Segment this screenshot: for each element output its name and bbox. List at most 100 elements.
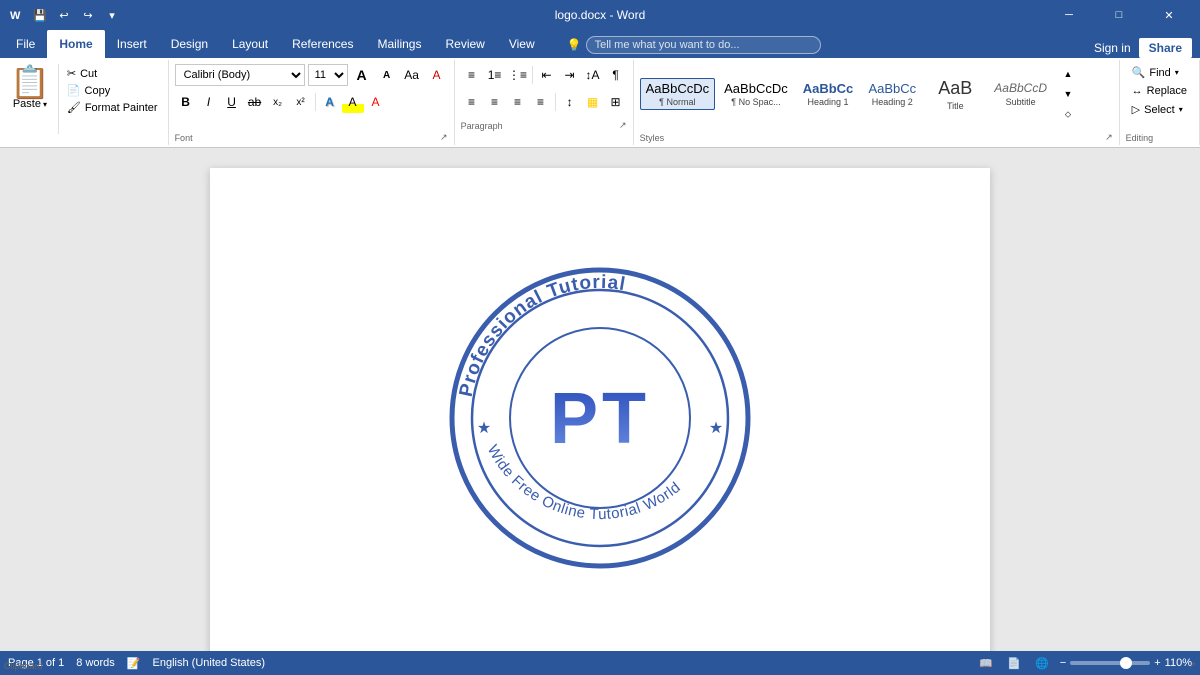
underline-button[interactable]: U	[221, 91, 243, 113]
select-button[interactable]: ▷ Select ▾	[1126, 101, 1193, 118]
highlight-color-button[interactable]: A	[342, 91, 364, 113]
bold-button[interactable]: B	[175, 91, 197, 113]
styles-scroll-down-button[interactable]: ▼	[1057, 84, 1079, 104]
web-layout-button[interactable]: 🌐	[1032, 653, 1052, 673]
align-left-button[interactable]: ≡	[461, 91, 483, 113]
style-no-spacing-label: ¶ No Spac...	[731, 97, 780, 107]
style-heading2-label: Heading 2	[872, 97, 913, 107]
close-button[interactable]: ✕	[1146, 0, 1192, 30]
subscript-button[interactable]: x₂	[267, 91, 289, 113]
style-subtitle[interactable]: AaBbCcD Subtitle	[988, 78, 1053, 110]
ribbon-right: Sign in Share	[1094, 38, 1200, 58]
show-formatting-button[interactable]: ¶	[605, 64, 627, 86]
lightbulb-icon: 💡	[567, 38, 582, 52]
font-family-select[interactable]: Calibri (Body)	[175, 64, 305, 86]
paragraph-group: ≡ 1≡ ⋮≡ ⇤ ⇥ ↕A ¶ ≡ ≡ ≡ ≡ ↕ ▦ ⊞ Paragraph	[455, 60, 634, 145]
formatting-row: B I U ab x₂ x² A A A	[175, 91, 387, 113]
editing-group: 🔍 Find ▾ ↔ Replace ▷ Select ▾ Editing	[1120, 60, 1200, 145]
paragraph-group-footer: Paragraph ↗	[461, 120, 627, 131]
tab-file[interactable]: File	[4, 30, 47, 58]
style-title-preview: AaB	[938, 77, 972, 100]
change-case-button[interactable]: Aa	[401, 64, 423, 86]
redo-qa-button[interactable]: ↪	[78, 5, 98, 25]
separator	[555, 93, 556, 111]
font-size-select[interactable]: 11	[308, 64, 348, 86]
style-heading2-preview: AaBbCc	[868, 81, 916, 98]
tab-review[interactable]: Review	[433, 30, 496, 58]
tab-references[interactable]: References	[280, 30, 365, 58]
style-heading2[interactable]: AaBbCc Heading 2	[862, 78, 922, 111]
tab-insert[interactable]: Insert	[105, 30, 159, 58]
tell-me-input[interactable]: Tell me what you want to do...	[586, 36, 821, 54]
undo-qa-button[interactable]: ↩	[54, 5, 74, 25]
minimize-button[interactable]: ─	[1046, 0, 1092, 30]
numbering-button[interactable]: 1≡	[484, 64, 506, 86]
text-effects-button[interactable]: A	[319, 91, 341, 113]
style-no-spacing[interactable]: AaBbCcDc ¶ No Spac...	[718, 78, 794, 111]
read-mode-button[interactable]: 📖	[976, 653, 996, 673]
document-area: Professional Tutorial ★ ★ Wide Free Onli…	[0, 148, 1200, 651]
format-painter-button[interactable]: 🖌 Format Painter	[63, 100, 162, 115]
print-layout-button[interactable]: 📄	[1004, 653, 1024, 673]
styles-group-label: Styles	[640, 133, 665, 143]
replace-icon: ↔	[1132, 85, 1143, 97]
multilevel-list-button[interactable]: ⋮≡	[507, 64, 529, 86]
find-icon: 🔍	[1132, 66, 1146, 79]
clear-formatting-button[interactable]: A	[426, 64, 448, 86]
clipboard-expand-icon[interactable]: ↗	[1188, 660, 1196, 671]
decrease-indent-button[interactable]: ⇤	[536, 64, 558, 86]
logo-container: Professional Tutorial ★ ★ Wide Free Onli…	[210, 168, 990, 651]
tab-home[interactable]: Home	[47, 30, 104, 58]
maximize-button[interactable]: □	[1096, 0, 1142, 30]
align-right-button[interactable]: ≡	[507, 91, 529, 113]
zoom-slider[interactable]	[1070, 661, 1150, 665]
shading-button[interactable]: ▦	[582, 91, 604, 113]
decrease-font-button[interactable]: A	[376, 64, 398, 86]
strikethrough-button[interactable]: ab	[244, 91, 266, 113]
word-icon: W	[8, 7, 24, 23]
replace-button[interactable]: ↔ Replace	[1126, 83, 1193, 99]
italic-button[interactable]: I	[198, 91, 220, 113]
justify-button[interactable]: ≡	[530, 91, 552, 113]
line-spacing-button[interactable]: ↕	[559, 91, 581, 113]
font-color-button[interactable]: A	[365, 91, 387, 113]
styles-list: AaBbCcDc ¶ Normal AaBbCcDc ¶ No Spac... …	[640, 74, 1053, 113]
sort-button[interactable]: ↕A	[582, 64, 604, 86]
increase-font-button[interactable]: A	[351, 64, 373, 86]
find-button[interactable]: 🔍 Find ▾	[1126, 64, 1193, 81]
styles-more-button[interactable]: ⬦	[1057, 104, 1079, 124]
font-group: Calibri (Body) 11 A A Aa A B I U ab x₂ x…	[169, 60, 455, 145]
tab-layout[interactable]: Layout	[220, 30, 280, 58]
style-title[interactable]: AaB Title	[925, 74, 985, 113]
paste-button[interactable]: 📋 Paste ▾	[2, 64, 58, 145]
increase-indent-button[interactable]: ⇥	[559, 64, 581, 86]
document-page: Professional Tutorial ★ ★ Wide Free Onli…	[210, 168, 990, 651]
copy-icon: 📄	[67, 84, 81, 97]
styles-expand-icon[interactable]: ↗	[1105, 132, 1113, 143]
styles-group: AaBbCcDc ¶ Normal AaBbCcDc ¶ No Spac... …	[634, 60, 1120, 145]
sign-in-button[interactable]: Sign in	[1094, 41, 1131, 55]
font-expand-icon[interactable]: ↗	[440, 132, 448, 143]
style-normal[interactable]: AaBbCcDc ¶ Normal	[640, 78, 716, 111]
style-normal-preview: AaBbCcDc	[646, 81, 710, 98]
paragraph-expand-icon[interactable]: ↗	[619, 120, 627, 131]
style-heading1[interactable]: AaBbCc Heading 1	[797, 78, 860, 111]
borders-button[interactable]: ⊞	[605, 91, 627, 113]
ribbon-tabs: File Home Insert Design Layout Reference…	[0, 30, 1200, 58]
share-button[interactable]: Share	[1139, 38, 1192, 58]
styles-group-footer: Styles ↗	[640, 132, 1113, 143]
tab-design[interactable]: Design	[159, 30, 220, 58]
styles-scroll-controls: ▲ ▼ ⬦	[1057, 64, 1079, 124]
tab-mailings[interactable]: Mailings	[365, 30, 433, 58]
superscript-button[interactable]: x²	[290, 91, 312, 113]
customize-qa-button[interactable]: ▾	[102, 5, 122, 25]
bullets-button[interactable]: ≡	[461, 64, 483, 86]
align-center-button[interactable]: ≡	[484, 91, 506, 113]
editing-group-label: Editing	[1126, 133, 1154, 143]
cut-button[interactable]: ✂ Cut	[63, 66, 162, 81]
styles-container: AaBbCcDc ¶ Normal AaBbCcDc ¶ No Spac... …	[640, 64, 1079, 124]
tab-view[interactable]: View	[497, 30, 547, 58]
save-qa-button[interactable]: 💾	[30, 5, 50, 25]
copy-button[interactable]: 📄 Copy	[63, 83, 162, 98]
styles-scroll-up-button[interactable]: ▲	[1057, 64, 1079, 84]
